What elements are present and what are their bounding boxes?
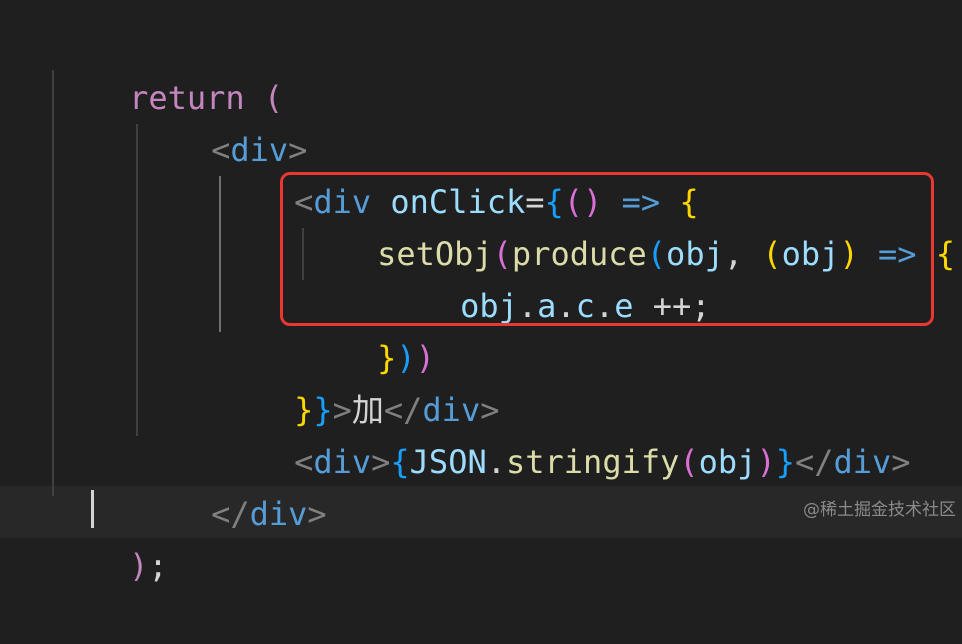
dot: . <box>486 443 506 481</box>
code-editor[interactable]: return ( <div> <div onClick={() => { set… <box>0 0 962 585</box>
watermark: @稀土掘金技术社区 <box>803 500 956 520</box>
tag-bracket: > <box>891 443 911 481</box>
brace: { <box>935 235 956 273</box>
brace: { <box>390 443 410 481</box>
code-line-7: }}>加</div> <box>217 332 499 429</box>
brace: } <box>775 443 795 481</box>
tag-bracket: </ <box>211 495 250 533</box>
paren: ( <box>679 443 699 481</box>
semicolon: ; <box>148 547 168 585</box>
code-line-10: ); <box>52 488 168 585</box>
function-name: stringify <box>505 443 680 481</box>
text-cursor <box>91 490 94 528</box>
code-line-9: </div> <box>134 436 327 533</box>
paren: ) <box>129 547 149 585</box>
highlight-annotation-box <box>280 172 934 326</box>
tag-bracket: > <box>307 495 327 533</box>
variable: obj <box>698 443 757 481</box>
tag-bracket: </ <box>794 443 834 481</box>
variable: JSON <box>409 443 487 481</box>
code-line-2: <div> <box>134 72 307 169</box>
code-line-3: <div onClick={() => { <box>217 124 699 221</box>
paren: ) <box>756 443 776 481</box>
code-line-8: <div>{JSON.stringify(obj)}</div> <box>217 384 911 481</box>
tag-name: div <box>833 443 892 481</box>
code-line-1: return ( <box>52 20 283 117</box>
tag-bracket: > <box>371 443 391 481</box>
tag-name: div <box>249 495 308 533</box>
